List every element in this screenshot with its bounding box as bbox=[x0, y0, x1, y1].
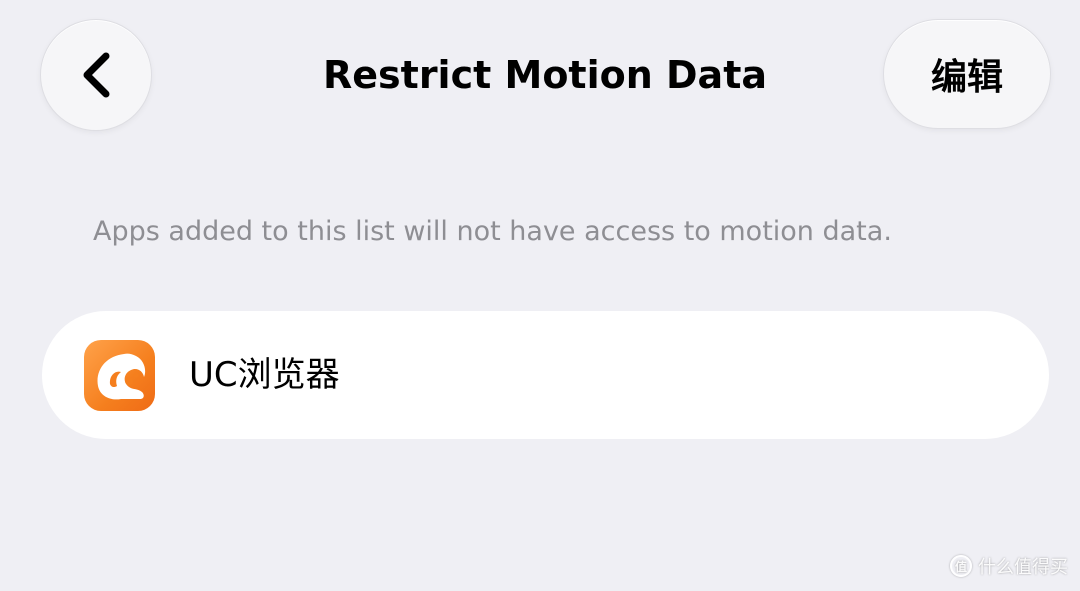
watermark: 值 什么值得买 bbox=[950, 553, 1068, 579]
uc-browser-icon bbox=[84, 340, 155, 411]
back-button[interactable] bbox=[40, 19, 152, 131]
smzdm-logo-icon: 值 bbox=[950, 555, 972, 577]
edit-button[interactable]: 编辑 bbox=[883, 19, 1051, 129]
navigation-bar: Restrict Motion Data 编辑 bbox=[0, 0, 1080, 150]
page-title: Restrict Motion Data bbox=[323, 53, 767, 97]
chevron-left-icon bbox=[76, 50, 116, 100]
watermark-text: 什么值得买 bbox=[978, 557, 1068, 578]
section-footer-description: Apps added to this list will not have ac… bbox=[93, 216, 892, 247]
restricted-apps-list: UC浏览器 bbox=[42, 311, 1049, 439]
list-item[interactable]: UC浏览器 bbox=[42, 311, 1049, 439]
app-name: UC浏览器 bbox=[189, 355, 340, 395]
